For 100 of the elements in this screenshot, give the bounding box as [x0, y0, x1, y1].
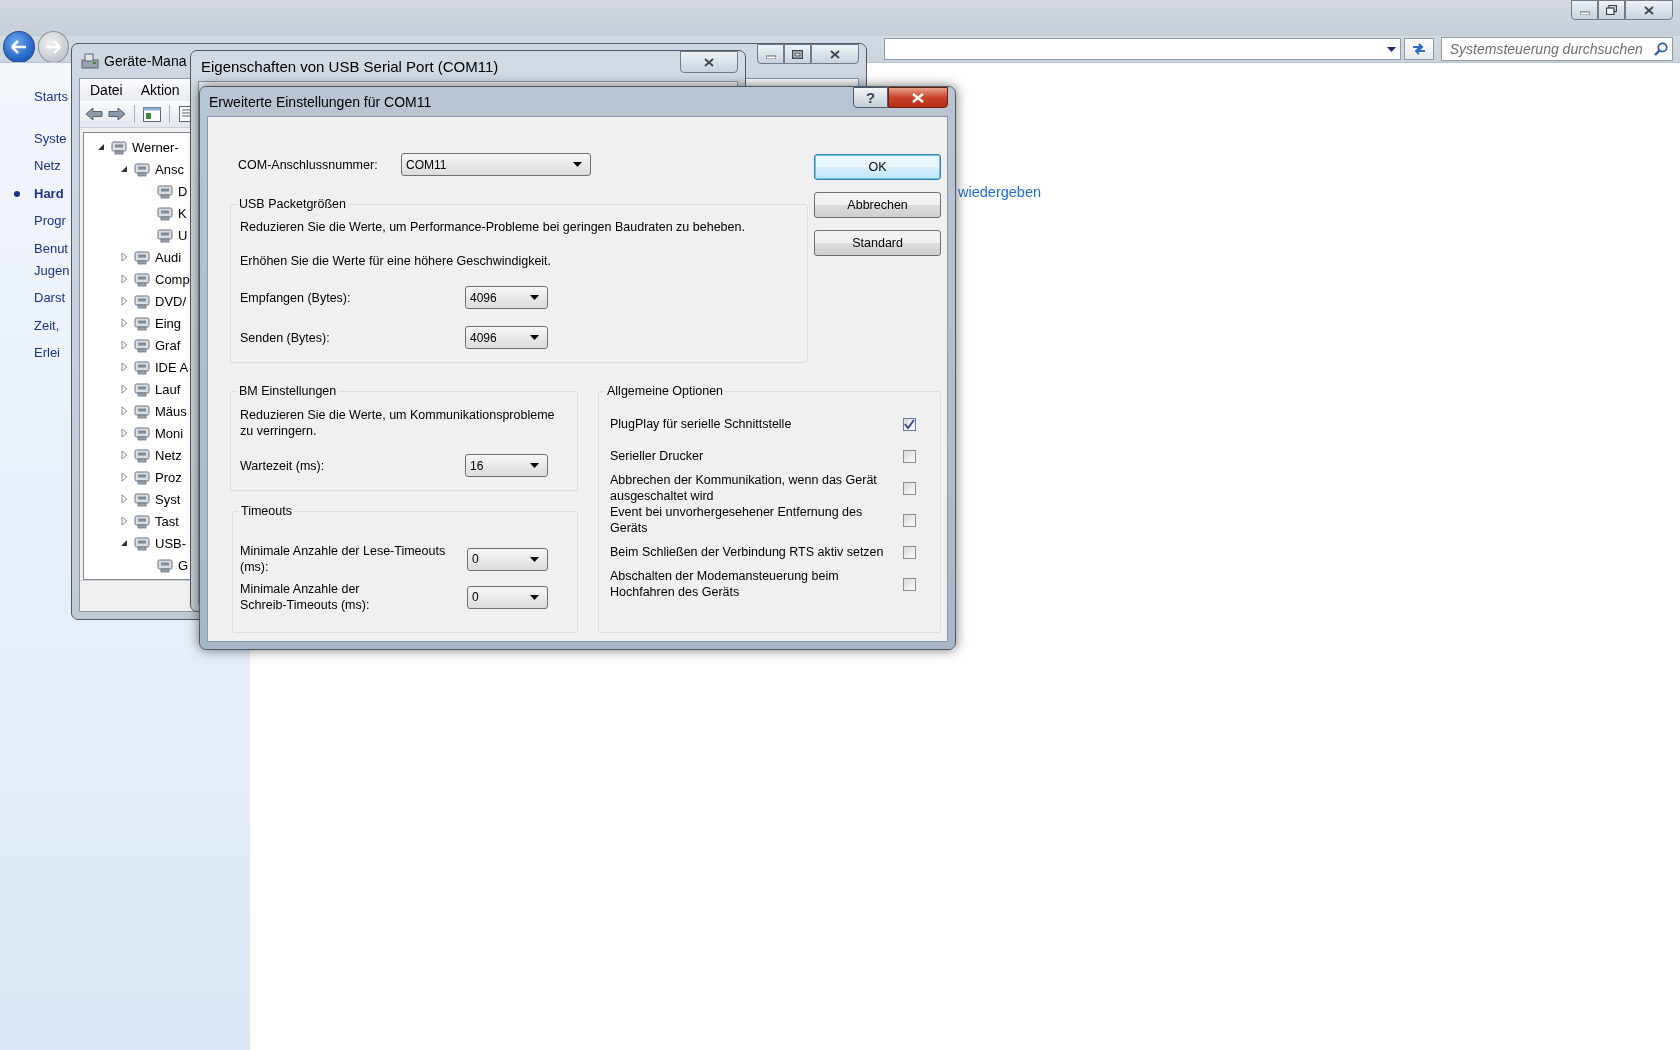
nav-link[interactable]: Netz — [34, 155, 61, 177]
dropdown[interactable]: 16 — [465, 454, 548, 477]
tree-item[interactable]: DVD/ — [155, 293, 187, 309]
tree-item[interactable]: Netz — [155, 447, 182, 463]
dropdown[interactable]: 4096 — [465, 286, 548, 309]
tree-item[interactable]: K — [178, 205, 187, 221]
nav-link[interactable]: Erlei — [34, 342, 60, 364]
tree-item[interactable]: Graf — [155, 337, 181, 353]
expand-arrow-icon[interactable] — [120, 165, 128, 173]
minimize-button[interactable] — [1571, 0, 1598, 20]
device-icon — [156, 182, 174, 200]
nav-link[interactable]: Zeit, — [34, 314, 60, 337]
checkbox-label: Beim Schließen der Verbindung RTS aktiv setzen — [610, 544, 884, 560]
restore-button[interactable] — [1598, 0, 1625, 20]
restore-icon — [1606, 5, 1617, 15]
dropdown[interactable]: 0 — [467, 547, 548, 571]
caret-icon — [530, 594, 539, 600]
tree-item[interactable]: Tast — [155, 513, 179, 529]
checkbox[interactable] — [903, 577, 916, 591]
search-field[interactable]: Systemsteuerung durchsuchen — [1440, 37, 1673, 61]
tree-item[interactable]: Eing — [155, 315, 182, 331]
field-label: Senden (Bytes): — [240, 329, 331, 346]
tree-item[interactable]: Syst — [155, 491, 181, 507]
field-label: COM-Anschlussnummer: — [238, 157, 379, 172]
dropdown[interactable]: 0 — [467, 585, 548, 609]
checkbox[interactable] — [903, 513, 916, 527]
minimize-button[interactable] — [757, 44, 784, 64]
device-icon — [156, 204, 174, 222]
checkbox[interactable] — [903, 545, 916, 559]
window-title: Eigenschaften von USB Serial Port (COM11) — [201, 57, 499, 75]
group-title: Allgemeine Optionen — [605, 384, 726, 399]
tree-item[interactable]: Moni — [155, 425, 184, 441]
address-field[interactable] — [884, 38, 1402, 60]
tree-item[interactable]: Ansc — [155, 161, 184, 177]
back-arrow-icon — [10, 40, 27, 54]
tree-item[interactable]: Werner- — [132, 139, 179, 155]
maximize-icon — [792, 49, 803, 59]
dialog-button[interactable]: OK — [814, 154, 941, 180]
checkbox[interactable] — [903, 417, 916, 431]
dialog-button[interactable]: Standard — [814, 230, 941, 256]
back-button[interactable] — [3, 31, 35, 63]
caret-icon — [530, 556, 539, 562]
tree-item[interactable]: USB- — [155, 535, 187, 551]
description-text: Reduzieren Sie die Werte, um Performance-Probleme bei geringen Baudraten zu beheben. — [240, 219, 746, 235]
nav-link[interactable]: Starts — [34, 86, 68, 108]
close-button[interactable] — [1625, 0, 1673, 20]
device-manager-icon — [81, 53, 99, 69]
close-button[interactable] — [680, 51, 738, 73]
device-icon — [133, 160, 151, 178]
checkbox[interactable] — [903, 481, 916, 495]
refresh-button[interactable] — [1404, 38, 1434, 60]
nav-link[interactable]: Darst — [34, 287, 66, 309]
tree-item[interactable]: D — [178, 183, 188, 199]
refresh-icon — [1411, 42, 1427, 56]
menu-item[interactable]: Datei — [90, 82, 123, 98]
tree-item[interactable]: Comp — [155, 271, 190, 287]
description-text: Erhöhen Sie die Werte für eine höhere Geschwindigkeit. — [240, 253, 553, 269]
device-icon — [133, 358, 151, 376]
dropdown[interactable]: COM11 — [401, 153, 591, 176]
forward-arrow-icon[interactable] — [108, 107, 126, 121]
field-label: Minimale Anzahle der Schreib-Timeouts (ms): — [240, 581, 371, 613]
tree-item[interactable]: Lauf — [155, 381, 181, 397]
nav-link[interactable]: Benut Jugen — [34, 237, 70, 282]
tree-item[interactable]: Mäus — [155, 403, 187, 419]
checkbox[interactable] — [903, 449, 916, 463]
help-button[interactable]: ? — [853, 87, 888, 108]
dropdown-caret-icon[interactable] — [1387, 46, 1397, 52]
tree-item[interactable]: IDE A — [155, 359, 189, 375]
caret-icon — [573, 162, 582, 167]
menu-item[interactable]: Aktion — [140, 82, 180, 98]
device-icon — [133, 248, 151, 266]
caret-icon — [530, 335, 539, 340]
nav-link[interactable]: Progr — [34, 210, 66, 232]
search-icon[interactable] — [1654, 42, 1668, 56]
nav-link[interactable]: Syste — [34, 127, 67, 150]
tree-item[interactable]: G — [178, 557, 189, 573]
close-button[interactable] — [888, 87, 948, 108]
group-title: USB Packetgrößen — [237, 197, 348, 212]
tree-item[interactable]: U — [178, 227, 188, 243]
expand-arrow-icon[interactable] — [120, 539, 128, 547]
panel-icon[interactable] — [143, 106, 161, 122]
close-icon — [704, 57, 714, 67]
device-icon — [156, 226, 174, 244]
checkbox-label: Abschalten der Modemansteuerung beim Hochfahren des Geräts — [610, 568, 839, 600]
maximize-button[interactable] — [784, 44, 811, 64]
device-icon — [133, 468, 151, 486]
close-button[interactable] — [811, 44, 859, 64]
nav-link[interactable]: Hard — [34, 182, 64, 205]
tree-item[interactable]: Proz — [155, 469, 182, 485]
device-icon — [133, 292, 151, 310]
back-arrow-icon[interactable] — [85, 107, 103, 121]
tree-item[interactable]: Audi — [155, 249, 182, 265]
device-icon — [133, 270, 151, 288]
caret-icon — [530, 463, 539, 468]
link[interactable]: wiedergeben — [958, 184, 1042, 200]
dropdown[interactable]: 4096 — [465, 326, 548, 349]
caret-icon — [530, 295, 539, 300]
dialog-button[interactable]: Abbrechen — [814, 192, 941, 218]
expand-arrow-icon[interactable] — [97, 143, 105, 151]
device-icon — [133, 402, 151, 420]
